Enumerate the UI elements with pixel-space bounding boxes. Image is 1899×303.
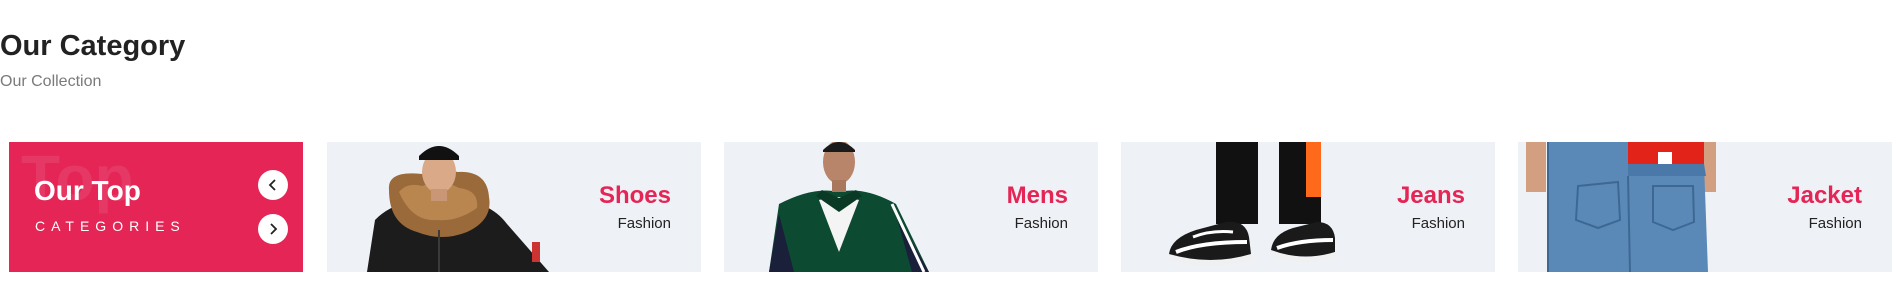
section-title: Our Category (0, 30, 186, 62)
chevron-right-icon (270, 223, 278, 235)
category-title: Mens (1006, 182, 1068, 209)
category-card-jeans[interactable]: Jeans Fashion (1121, 142, 1495, 272)
category-image (769, 142, 929, 272)
category-image (1526, 142, 1716, 272)
category-title: Shoes (598, 182, 671, 209)
category-image (367, 146, 549, 272)
category-card-shoes[interactable]: Shoes Fashion (327, 142, 701, 272)
category-card-mens[interactable]: Mens Fashion (724, 142, 1098, 272)
category-subtitle: Fashion (617, 215, 671, 232)
category-image (1169, 142, 1335, 266)
category-title: Jeans (1396, 182, 1465, 209)
category-subtitle: Fashion (1014, 215, 1068, 232)
category-subtitle: Fashion (1411, 215, 1465, 232)
carousel-prev-button[interactable] (258, 170, 288, 200)
section-subtitle: Our Collection (0, 73, 102, 90)
top-categories-banner: Top Our Top CATEGORIES (9, 142, 303, 272)
carousel-next-button[interactable] (258, 214, 288, 244)
banner-title: Our Top (34, 175, 141, 206)
category-row: Top Our Top CATEGORIES Shoes Fashion Men… (0, 142, 1899, 272)
chevron-left-icon (268, 179, 276, 191)
banner-subtitle: CATEGORIES (35, 218, 186, 234)
category-card-jacket[interactable]: Jacket Fashion (1518, 142, 1892, 272)
category-subtitle: Fashion (1808, 215, 1862, 232)
category-title: Jacket (1787, 182, 1862, 209)
